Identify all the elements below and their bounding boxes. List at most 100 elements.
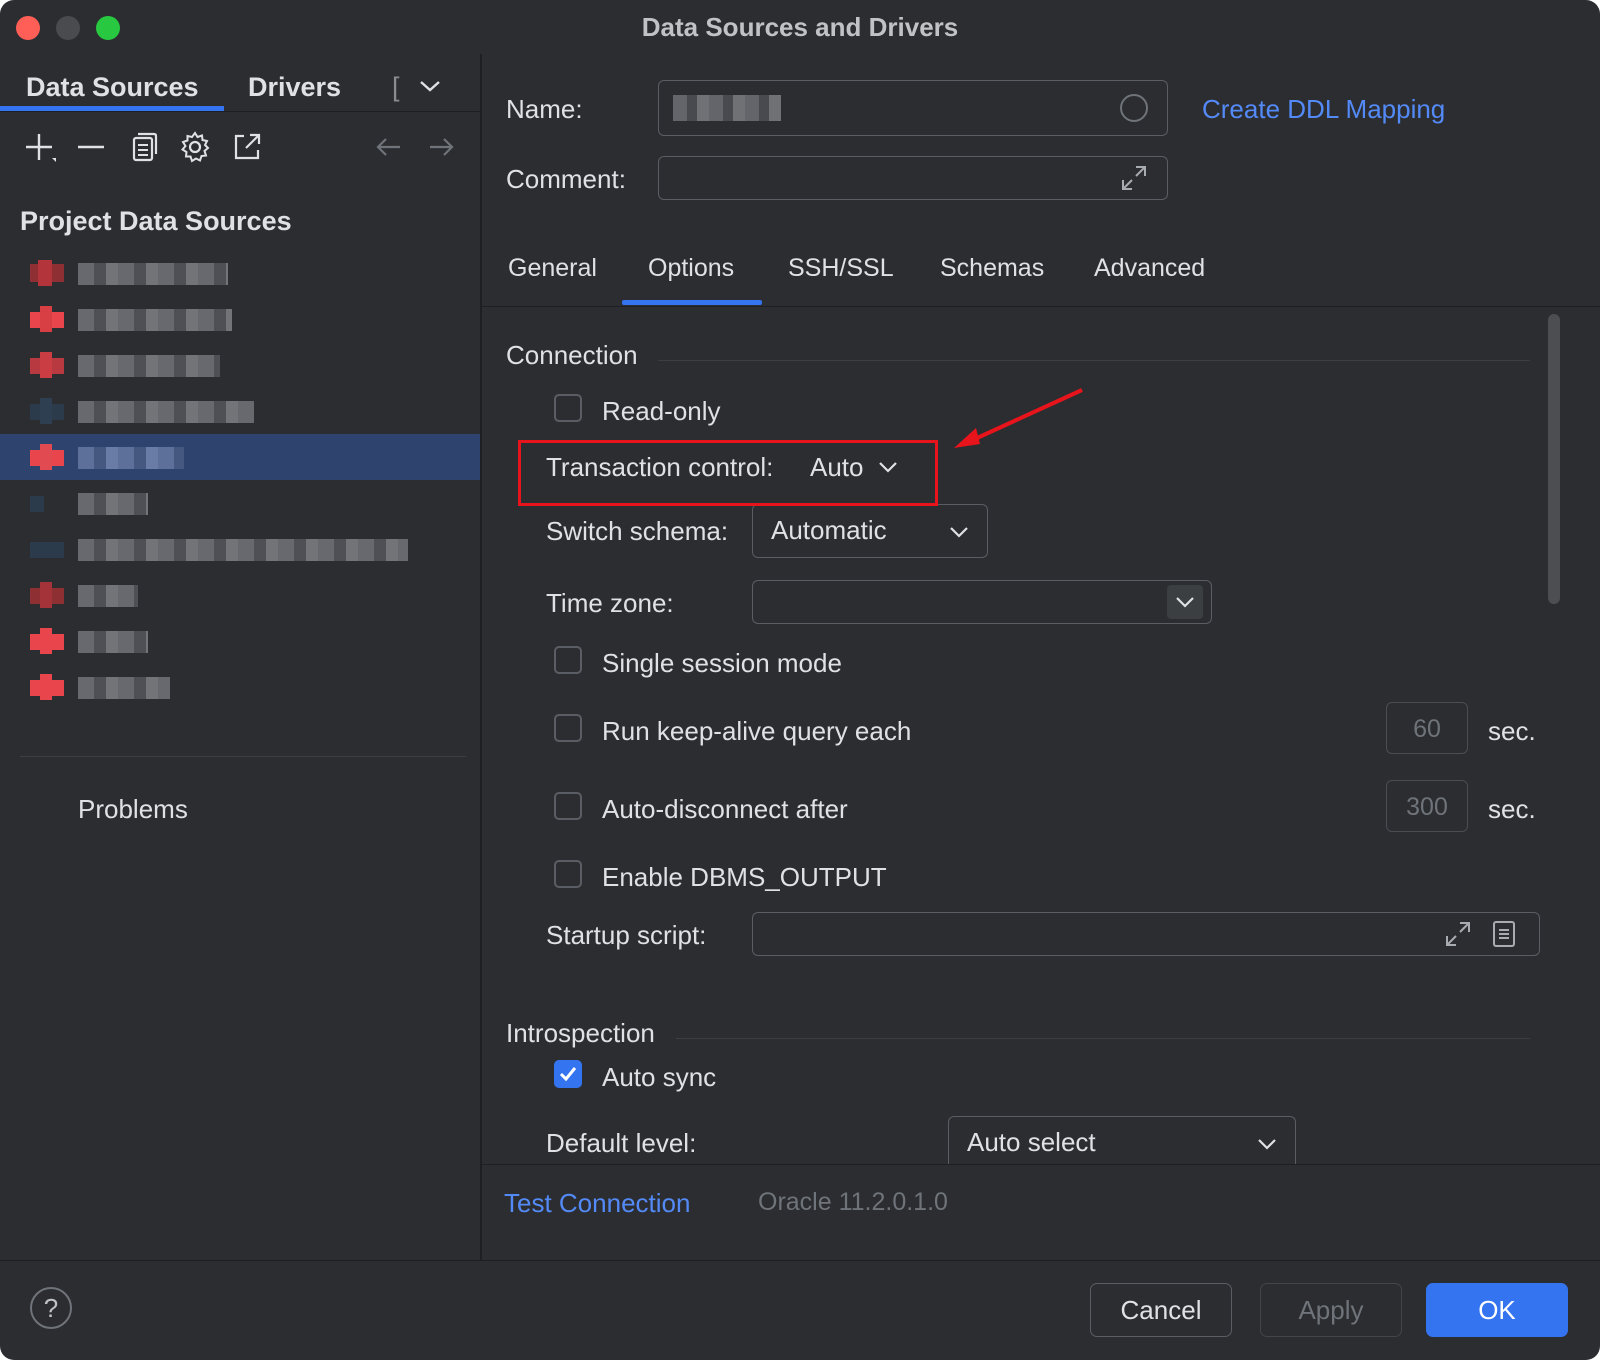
comment-field[interactable] [658, 156, 1168, 200]
tab-schemas[interactable]: Schemas [940, 254, 1044, 283]
data-source-item[interactable] [0, 250, 480, 296]
bottom-divider [0, 1260, 1600, 1261]
tab-general[interactable]: General [508, 254, 597, 283]
startup-script-field[interactable] [752, 912, 1540, 956]
chevron-down-icon [1176, 597, 1194, 608]
single-session-label: Single session mode [602, 648, 842, 678]
expand-icon[interactable] [1119, 163, 1149, 193]
data-source-item[interactable] [0, 572, 480, 618]
startup-script-label: Startup script: [546, 920, 707, 950]
comment-label: Comment: [506, 164, 626, 194]
status-circle-icon [1120, 94, 1148, 122]
data-sources-dialog: Data Sources and Drivers Data Sources Dr… [0, 0, 1600, 1360]
tabs-divider [0, 111, 480, 112]
connection-group-title: Connection [506, 340, 638, 370]
time-zone-label: Time zone: [546, 588, 674, 618]
auto-sync-checkbox[interactable] [554, 1060, 582, 1088]
red-arrow-annotation [954, 388, 1083, 448]
browse-file-icon[interactable] [1489, 919, 1519, 949]
tab-drivers[interactable]: Drivers [248, 72, 341, 103]
help-button[interactable]: ? [30, 1287, 72, 1329]
oracle-datasource-icon [30, 444, 64, 470]
oracle-datasource-icon [30, 628, 64, 654]
tab-options[interactable]: Options [648, 254, 734, 283]
dbms-output-checkbox[interactable] [554, 860, 582, 888]
copy-icon[interactable] [126, 130, 160, 164]
cancel-button[interactable]: Cancel [1090, 1283, 1232, 1337]
settings-gear-icon[interactable] [178, 130, 212, 164]
redacted-name-value [673, 95, 781, 121]
ok-button[interactable]: OK [1426, 1283, 1568, 1337]
back-arrow-icon[interactable] [372, 130, 406, 164]
left-panel: Data Sources Drivers [Project Data Sour… [0, 54, 480, 1260]
keep-alive-label: Run keep-alive query each [602, 716, 912, 746]
name-field[interactable] [658, 80, 1168, 136]
auto-disconnect-seconds-input[interactable]: 300 [1386, 780, 1468, 832]
oracle-datasource-icon [30, 582, 64, 608]
highlight-box [518, 440, 938, 506]
time-zone-dropdown[interactable] [752, 580, 1212, 624]
auto-disconnect-label: Auto-disconnect after [602, 794, 848, 824]
switch-schema-dropdown[interactable]: Automatic [752, 504, 988, 558]
tabs-divider [482, 306, 1600, 307]
data-source-item[interactable] [0, 480, 480, 526]
auto-disconnect-checkbox[interactable] [554, 792, 582, 820]
auto-sync-label: Auto sync [602, 1062, 717, 1092]
introspection-group-title: Introspection [506, 1018, 655, 1048]
data-source-item[interactable] [0, 664, 480, 710]
oracle-datasource-icon [30, 260, 64, 286]
connection-group-line [658, 360, 1530, 361]
default-level-label: Default level: [546, 1128, 697, 1158]
time-zone-dropdown-button[interactable] [1167, 585, 1203, 619]
tab-ssh-ssl[interactable]: SSH/SSL [788, 254, 894, 283]
data-source-item-selected[interactable] [0, 434, 480, 480]
datasource-icon [30, 496, 44, 512]
read-only-checkbox[interactable] [554, 394, 582, 422]
chevron-down-icon [950, 527, 968, 538]
single-session-checkbox[interactable] [554, 646, 582, 674]
default-level-dropdown[interactable]: Auto select [948, 1116, 1296, 1164]
auto-disconnect-seconds-value: 300 [1406, 793, 1448, 821]
add-icon[interactable] [22, 130, 56, 164]
data-source-item[interactable] [0, 388, 480, 434]
keep-alive-checkbox[interactable] [554, 714, 582, 742]
chevron-down-icon[interactable] [418, 78, 442, 94]
data-source-item[interactable] [0, 296, 480, 342]
switch-schema-label: Switch schema: [546, 516, 729, 546]
footer-divider [482, 1164, 1600, 1165]
tab-advanced[interactable]: Advanced [1094, 254, 1205, 283]
data-source-item[interactable] [0, 342, 480, 388]
oracle-datasource-icon [30, 352, 64, 378]
driver-version: Oracle 11.2.0.1.0 [758, 1188, 948, 1216]
default-level-value: Auto select [967, 1127, 1096, 1157]
data-source-item[interactable] [0, 618, 480, 664]
keep-alive-seconds-value: 60 [1413, 715, 1441, 743]
test-connection-link[interactable]: Test Connection [504, 1188, 690, 1219]
data-source-item[interactable] [0, 526, 480, 572]
forward-arrow-icon[interactable] [424, 130, 458, 164]
options-scrollbar[interactable] [1548, 314, 1560, 604]
keep-alive-seconds-input[interactable]: 60 [1386, 702, 1468, 754]
datasource-icon [30, 398, 64, 424]
auto-disconnect-unit: sec. [1488, 794, 1536, 824]
problems-item[interactable]: Problems [78, 794, 188, 825]
read-only-label: Read-only [602, 396, 721, 426]
oracle-datasource-icon [30, 306, 64, 332]
expand-icon[interactable] [1443, 919, 1473, 949]
apply-button[interactable]: Apply [1260, 1283, 1402, 1337]
keep-alive-unit: sec. [1488, 716, 1536, 746]
tab-data-sources[interactable]: Data Sources [26, 72, 199, 103]
create-ddl-mapping-link[interactable]: Create DDL Mapping [1202, 94, 1445, 125]
switch-schema-value: Automatic [771, 515, 887, 545]
title-bar: Data Sources and Drivers [0, 0, 1600, 54]
name-label: Name: [506, 94, 583, 124]
introspection-group-line [676, 1038, 1530, 1039]
checkmark-icon [559, 1067, 577, 1082]
left-divider [20, 756, 466, 757]
datasource-icon [30, 542, 64, 558]
open-external-icon[interactable] [230, 130, 264, 164]
tab-overflow[interactable]: [ [392, 72, 402, 103]
remove-icon[interactable] [74, 130, 108, 164]
dbms-output-label: Enable DBMS_OUTPUT [602, 862, 887, 892]
right-panel: Name: Create DDL Mapping Comment: Genera… [482, 54, 1600, 1260]
